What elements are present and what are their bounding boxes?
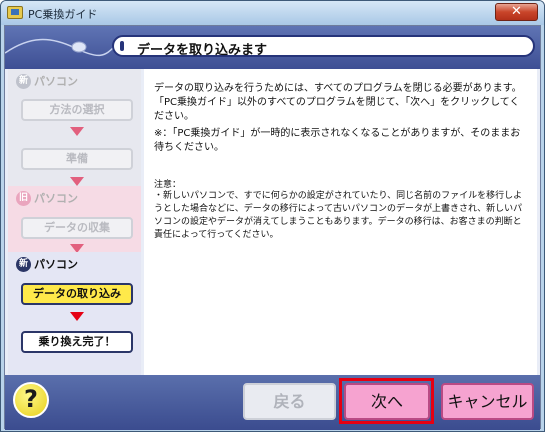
arrow-down-icon <box>70 127 84 136</box>
close-button[interactable]: ✕ <box>495 3 538 21</box>
section-label-text: パソコン <box>34 75 78 88</box>
page-title-bar: データを取り込みます <box>112 35 535 58</box>
step-panel: 新 パソコン 方法の選択 準備 旧 パソコン データの収集 新 パソコン データ… <box>8 69 141 375</box>
caution-body: ・新しいパソコンで、すでに何らかの設定がされていたり、同じ名前のファイルを移行し… <box>154 191 523 240</box>
section-label: 旧 パソコン <box>16 190 78 206</box>
step-prepare: 準備 <box>21 148 133 170</box>
step-method-select: 方法の選択 <box>21 99 133 121</box>
new-badge-icon: 新 <box>16 256 31 272</box>
section-label: 新 パソコン <box>16 256 78 272</box>
note-text: ※：「PC乗換ガイド」が一時的に表示されなくなることがありますが、そのままお待ち… <box>154 128 521 153</box>
step-import-data: データの取り込み <box>21 283 133 305</box>
step-collect-data: データの収集 <box>21 217 133 239</box>
wave-decoration-icon <box>5 38 115 57</box>
cancel-button[interactable]: キャンセル <box>441 383 534 420</box>
title-accent-icon <box>120 41 124 51</box>
arrow-down-icon <box>70 177 84 186</box>
window-title: PC乗換ガイド <box>28 8 98 21</box>
section-new-pc-setup: 新 パソコン 方法の選択 準備 <box>8 69 141 186</box>
section-label-text: パソコン <box>34 192 78 205</box>
title-bar: PC乗換ガイド ✕ <box>1 1 544 25</box>
section-label: 新 パソコン <box>16 73 78 89</box>
page-title: データを取り込みます <box>137 43 268 58</box>
arrow-down-icon <box>70 312 84 321</box>
content-area: データの取り込みを行うためには、すべてのプログラムを閉じる必要があります。「PC… <box>144 69 537 375</box>
app-window: PC乗換ガイド ✕ データを取り込みます 新 パソコン 方法の選択 準備 旧 パ… <box>0 0 545 432</box>
old-badge-icon: 旧 <box>16 190 31 206</box>
new-badge-icon: 新 <box>16 73 31 89</box>
section-old-pc: 旧 パソコン データの収集 <box>8 186 141 253</box>
step-finish: 乗り換え完了！ <box>21 331 133 353</box>
header-band: データを取り込みます <box>5 26 540 69</box>
app-icon <box>7 6 23 19</box>
instruction-text: データの取り込みを行うためには、すべてのプログラムを閉じる必要があります。「PC… <box>154 83 522 122</box>
back-button[interactable]: 戻る <box>243 383 336 420</box>
help-button[interactable]: ? <box>13 382 49 418</box>
main-frame: データを取り込みます 新 パソコン 方法の選択 準備 旧 パソコン データの収集… <box>4 25 541 430</box>
next-button[interactable]: 次へ <box>344 383 430 420</box>
section-new-pc: 新 パソコン データの取り込み 乗り換え完了！ <box>8 252 141 375</box>
section-label-text: パソコン <box>34 258 78 271</box>
footer-bar: ? 戻る 次へ キャンセル <box>5 375 540 430</box>
